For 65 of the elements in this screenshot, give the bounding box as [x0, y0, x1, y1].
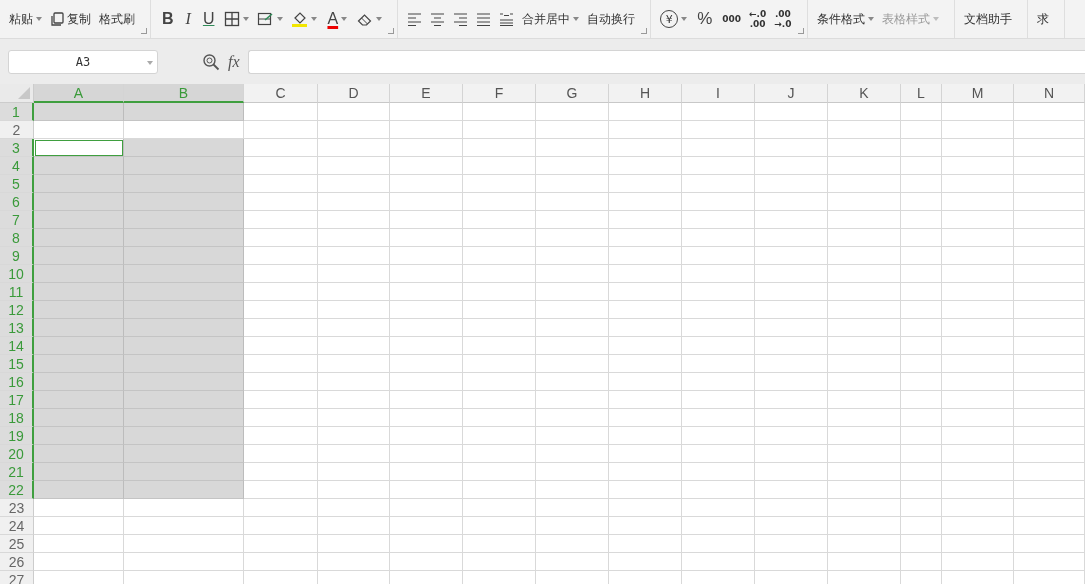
select-all-icon[interactable]: [18, 87, 30, 99]
thousands-button[interactable]: 000: [719, 11, 745, 27]
paint-bucket-icon: [291, 10, 309, 28]
bold-button[interactable]: B: [157, 7, 179, 31]
caret-icon: [36, 17, 42, 21]
row-header[interactable]: 26: [0, 553, 34, 571]
italic-button[interactable]: I: [180, 7, 196, 31]
caret-icon: [573, 17, 580, 21]
row-header[interactable]: 23: [0, 499, 34, 517]
row-header[interactable]: 24: [0, 517, 34, 535]
align-right-icon: [453, 12, 469, 26]
group-launcher-icon[interactable]: [388, 28, 395, 34]
caret-icon: [932, 17, 939, 21]
caret-icon: [311, 17, 318, 21]
caret-icon: [147, 60, 153, 65]
row-header[interactable]: 2: [0, 121, 34, 139]
caret-icon: [376, 17, 383, 21]
caret-icon: [681, 17, 688, 21]
toolbar-button[interactable]: 文档助手: [960, 7, 1015, 31]
caret-icon: [867, 17, 874, 21]
formula-input[interactable]: [247, 49, 1085, 74]
group-launcher-icon[interactable]: [141, 28, 147, 34]
group-launcher-icon[interactable]: [797, 28, 804, 34]
distribute-icon: [499, 12, 515, 26]
toolbar-button[interactable]: 求: [1033, 7, 1052, 31]
decimal-button[interactable]: ←.0 .00: [746, 6, 770, 32]
decimal-button[interactable]: .00 →.0: [771, 6, 795, 32]
column-header[interactable]: J: [755, 84, 828, 103]
column-header[interactable]: I: [682, 84, 755, 103]
row-header[interactable]: 27: [0, 571, 34, 584]
cell-style-icon: [257, 11, 275, 27]
group-launcher-icon[interactable]: [641, 28, 648, 34]
column-header[interactable]: C: [244, 84, 318, 103]
column-header[interactable]: M: [942, 84, 1014, 103]
align-left-icon: [407, 12, 423, 26]
caret-icon: [243, 17, 250, 21]
column-header[interactable]: E: [390, 84, 463, 103]
justify-icon: [476, 12, 492, 26]
toolbar-button[interactable]: 格式刷: [96, 7, 138, 31]
borders-icon: [224, 11, 241, 27]
percent-button[interactable]: %: [692, 6, 718, 32]
eraser-icon: [357, 11, 374, 27]
copy-button[interactable]: 复制: [47, 7, 94, 31]
function-label[interactable]: fx: [228, 52, 240, 71]
toolbar-button[interactable]: 条件格式: [813, 7, 877, 31]
align-center-icon: [430, 12, 446, 26]
toolbar-button[interactable]: 合并居中: [519, 7, 583, 31]
copy-icon: [50, 11, 64, 27]
column-header[interactable]: H: [609, 84, 682, 103]
caret-icon: [341, 17, 348, 21]
underline-button[interactable]: U: [197, 7, 220, 31]
toolbar-button[interactable]: 粘贴: [6, 7, 45, 31]
column-header[interactable]: L: [901, 84, 942, 103]
column-header[interactable]: G: [536, 84, 609, 103]
currency-button[interactable]: ¥: [657, 7, 691, 31]
column-header[interactable]: K: [828, 84, 901, 103]
row-header[interactable]: 25: [0, 535, 34, 553]
column-header[interactable]: D: [318, 84, 390, 103]
font-color-button[interactable]: A: [322, 7, 353, 31]
zoom-icon[interactable]: [202, 52, 220, 71]
toolbar-button[interactable]: 自动换行: [584, 7, 639, 31]
caret-icon: [277, 17, 284, 21]
column-header[interactable]: F: [463, 84, 536, 103]
name-box[interactable]: A3: [8, 49, 158, 74]
column-header[interactable]: N: [1014, 84, 1085, 103]
